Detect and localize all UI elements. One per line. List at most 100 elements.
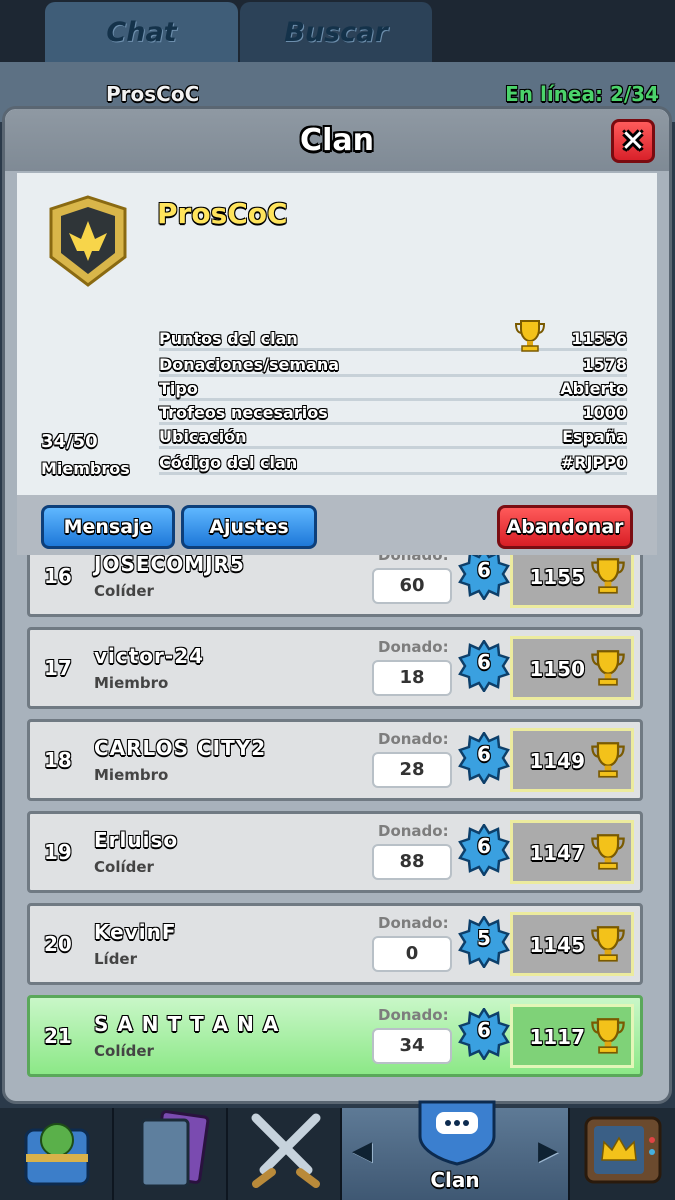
member-role: Colíder xyxy=(94,582,154,600)
trophy-icon xyxy=(591,742,625,778)
donated-value: 28 xyxy=(372,752,452,788)
member-name: KevinF xyxy=(94,920,177,944)
clan-badge-icon xyxy=(49,195,127,287)
donated-label: Donado: xyxy=(378,822,449,840)
nav-cards[interactable] xyxy=(114,1108,228,1200)
trophy-box: 1150 xyxy=(510,636,634,700)
member-row-current-user[interactable]: 21 S A N T T A N A Colíder Donado: 34 6 … xyxy=(27,995,643,1077)
stat-value: 11556 xyxy=(571,329,627,348)
member-trophies: 1149 xyxy=(529,749,585,773)
level-icon: 6 xyxy=(458,730,510,786)
member-level: 6 xyxy=(477,558,491,582)
crossed-swords-icon xyxy=(251,1113,321,1188)
member-name: CARLOS CITY2 xyxy=(94,736,267,760)
member-rank: 21 xyxy=(44,1024,72,1048)
clan-info-panel: ProsCoC Puntos del clan 11556 Donaciones… xyxy=(17,173,657,495)
stat-row-points: Puntos del clan 11556 xyxy=(159,320,627,352)
clan-shield-icon xyxy=(418,1100,496,1166)
donated-value: 18 xyxy=(372,660,452,696)
tab-buscar-label: Buscar xyxy=(284,16,388,48)
leave-clan-button-label: Abandonar xyxy=(506,516,624,538)
member-rank: 16 xyxy=(44,564,72,588)
stat-label: Donaciones/semana xyxy=(159,355,340,374)
trophy-icon xyxy=(515,320,545,352)
trophy-icon xyxy=(591,834,625,870)
member-level: 6 xyxy=(477,650,491,674)
member-role: Líder xyxy=(94,950,138,968)
tab-buscar[interactable]: Buscar xyxy=(240,2,432,62)
stat-value: 1578 xyxy=(582,355,627,374)
member-level: 6 xyxy=(477,742,491,766)
stat-value: #RJPP0 xyxy=(560,453,627,472)
donated-label: Donado: xyxy=(378,555,449,564)
message-button[interactable]: Mensaje xyxy=(41,505,175,549)
member-row[interactable]: 19 Erluiso Colíder Donado: 88 6 1147 xyxy=(27,811,643,893)
behind-clan-name: ProsCoC xyxy=(106,82,200,106)
chevron-left-icon[interactable]: ◀ xyxy=(352,1136,372,1166)
member-level: 6 xyxy=(477,834,491,858)
chest-icon xyxy=(24,1123,90,1186)
member-name: JOSECOMJR5 xyxy=(94,555,245,576)
leave-clan-button[interactable]: Abandonar xyxy=(497,505,633,549)
tab-chat[interactable]: Chat xyxy=(45,2,238,62)
clan-name: ProsCoC xyxy=(157,197,288,230)
member-row[interactable]: 16 JOSECOMJR5 Colíder Donado: 60 6 1155 xyxy=(27,555,643,617)
member-trophies: 1117 xyxy=(529,1025,585,1049)
trophy-icon xyxy=(591,558,625,594)
member-name: S A N T T A N A xyxy=(94,1012,280,1036)
settings-button[interactable]: Ajustes xyxy=(181,505,317,549)
modal-header: Clan ✕ xyxy=(5,109,669,171)
level-icon: 6 xyxy=(458,1006,510,1062)
stat-value: España xyxy=(562,427,627,446)
message-button-label: Mensaje xyxy=(63,516,153,538)
stat-row-donations: Donaciones/semana 1578 xyxy=(159,353,627,377)
member-role: Colíder xyxy=(94,1042,154,1060)
stat-label: Ubicación xyxy=(159,427,247,446)
member-rank: 20 xyxy=(44,932,72,956)
trophy-box: 1147 xyxy=(510,820,634,884)
stat-row-type: Tipo Abierto xyxy=(159,377,627,401)
level-icon: 6 xyxy=(458,555,510,602)
donated-label: Donado: xyxy=(378,638,449,656)
member-role: Miembro xyxy=(94,766,169,784)
nav-battle[interactable] xyxy=(228,1108,342,1200)
nav-shop[interactable] xyxy=(0,1108,114,1200)
trophy-icon xyxy=(591,1018,625,1054)
trophy-box: 1155 xyxy=(510,555,634,608)
member-row[interactable]: 20 KevinF Líder Donado: 0 5 1145 xyxy=(27,903,643,985)
member-row[interactable]: 17 victor-24 Miembro Donado: 18 6 1150 xyxy=(27,627,643,709)
stat-row-location: Ubicación España xyxy=(159,425,627,449)
cards-icon xyxy=(140,1110,210,1188)
stat-label: Tipo xyxy=(159,379,198,398)
stat-value: 1000 xyxy=(582,403,627,422)
member-name: Erluiso xyxy=(94,828,179,852)
donated-label: Donado: xyxy=(378,730,449,748)
trophy-box: 1145 xyxy=(510,912,634,976)
member-trophies: 1150 xyxy=(529,657,585,681)
member-level: 5 xyxy=(477,926,491,950)
donated-value: 60 xyxy=(372,568,452,604)
stat-row-clan-tag: Código del clan #RJPP0 xyxy=(159,451,627,475)
online-count: En línea: 2/34 xyxy=(505,82,659,106)
close-button[interactable]: ✕ xyxy=(611,119,655,163)
chevron-right-icon[interactable]: ▶ xyxy=(538,1136,558,1166)
donated-label: Donado: xyxy=(378,914,449,932)
level-icon: 5 xyxy=(458,914,510,970)
members-count: 34/50 xyxy=(41,431,98,452)
tv-icon xyxy=(584,1116,662,1184)
stat-label: Trofeos necesarios xyxy=(159,403,328,422)
donated-value: 88 xyxy=(372,844,452,880)
trophy-box: 1117 xyxy=(510,1004,634,1068)
member-trophies: 1145 xyxy=(529,933,585,957)
nav-tv-royale[interactable] xyxy=(570,1108,675,1200)
member-rank: 17 xyxy=(44,656,72,680)
nav-clan-label: Clan xyxy=(430,1168,480,1192)
stat-row-required-trophies: Trofeos necesarios 1000 xyxy=(159,401,627,425)
member-trophies: 1147 xyxy=(529,841,585,865)
member-role: Miembro xyxy=(94,674,169,692)
member-list[interactable]: 16 JOSECOMJR5 Colíder Donado: 60 6 1155 … xyxy=(17,555,657,1091)
donated-value: 0 xyxy=(372,936,452,972)
member-row[interactable]: 18 CARLOS CITY2 Miembro Donado: 28 6 114… xyxy=(27,719,643,801)
member-trophies: 1155 xyxy=(529,565,585,589)
nav-clan[interactable]: ◀ Clan ▶ xyxy=(342,1100,570,1200)
